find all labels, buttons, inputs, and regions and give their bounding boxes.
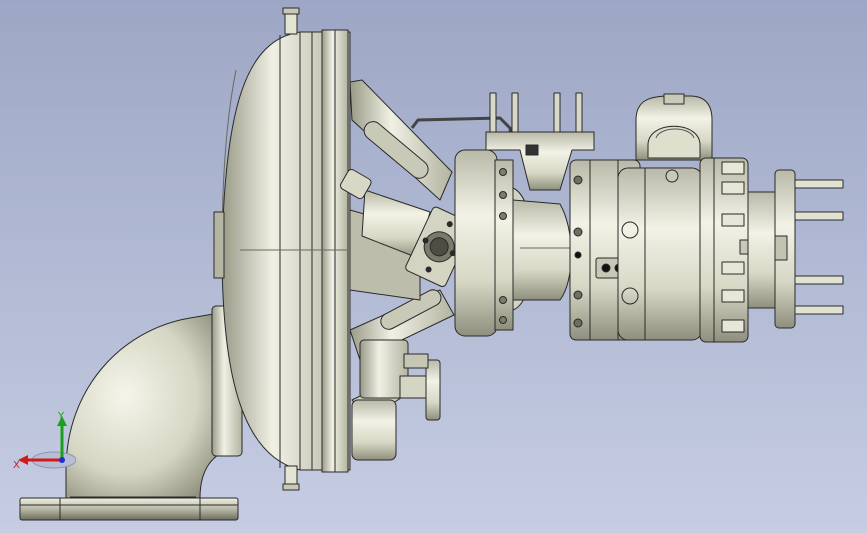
x-axis-label: X [13, 460, 20, 471]
bearing-housing [569, 159, 703, 341]
cad-viewport[interactable]: X Y [0, 0, 867, 533]
orientation-triad: X Y [13, 411, 76, 471]
pump-assembly-model[interactable] [0, 0, 867, 533]
motor-adapter [747, 169, 844, 329]
y-axis-label: Y [57, 411, 65, 422]
base-flange [19, 497, 239, 521]
suction-elbow [65, 305, 243, 499]
bearing-bracket [339, 79, 474, 461]
